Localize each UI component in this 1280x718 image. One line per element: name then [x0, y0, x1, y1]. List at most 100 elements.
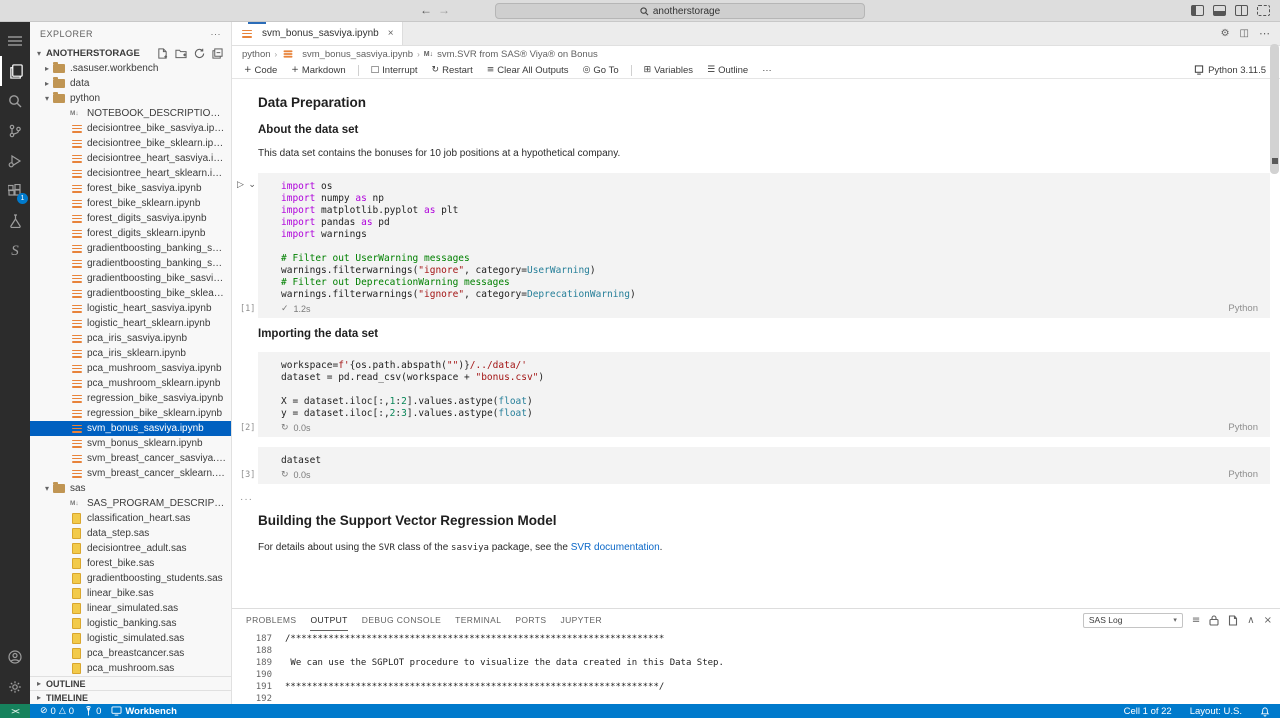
notifications-bell-icon[interactable]: [1260, 706, 1270, 717]
tab-ports[interactable]: PORTS: [515, 609, 546, 631]
tree-item-pca-breastcancer-sas[interactable]: pca_breastcancer.sas: [30, 646, 231, 661]
tree-item-forest-digits-sklearn-ipynb[interactable]: forest_digits_sklearn.ipynb: [30, 226, 231, 241]
tree-item-logistic-banking-sas[interactable]: logistic_banking.sas: [30, 616, 231, 631]
tree-item-gradientboosting-bike-sasviya-ipynb[interactable]: gradientboosting_bike_sasviya.ipynb: [30, 271, 231, 286]
tree-item-logistic-simulated-sas[interactable]: logistic_simulated.sas: [30, 631, 231, 646]
nav-back-icon[interactable]: ←: [420, 3, 438, 17]
code-cell[interactable]: ▷ ⌄import osimport numpy as npimport mat…: [258, 173, 1270, 318]
tree-item-pca-mushroom-sas[interactable]: pca_mushroom.sas: [30, 661, 231, 676]
cell-indicator[interactable]: Cell 1 of 22: [1124, 706, 1172, 717]
run-cell-button[interactable]: ▷ ⌄: [237, 179, 257, 190]
tree-item-pca-iris-sasviya-ipynb[interactable]: pca_iris_sasviya.ipynb: [30, 331, 231, 346]
code-cell[interactable]: workspace=f'{os.path.abspath("")}/../dat…: [258, 352, 1270, 437]
explorer-icon[interactable]: [0, 56, 30, 86]
tree-item-logistic-heart-sklearn-ipynb[interactable]: logistic_heart_sklearn.ipynb: [30, 316, 231, 331]
code-cell-editor[interactable]: workspace=f'{os.path.abspath("")}/../dat…: [258, 352, 1270, 437]
source-control-icon[interactable]: [0, 116, 30, 146]
breadcrumb-heading[interactable]: svm.SVR from SAS® Viya® on Bonus: [437, 49, 598, 60]
open-output-in-editor-icon[interactable]: [1228, 615, 1238, 626]
tree-item-forest-digits-sasviya-ipynb[interactable]: forest_digits_sasviya.ipynb: [30, 211, 231, 226]
tab-close-icon[interactable]: ×: [388, 28, 394, 39]
editor-scrollbar[interactable]: [1270, 44, 1279, 174]
restart-button[interactable]: ↻Restart: [426, 65, 479, 76]
outline-button[interactable]: ☰Outline: [701, 65, 754, 76]
new-file-icon[interactable]: [157, 48, 168, 59]
tree-item-classification-heart-sas[interactable]: classification_heart.sas: [30, 511, 231, 526]
customize-layout-icon[interactable]: [1257, 5, 1270, 16]
tree-item-gradientboosting-banking-sasviya-i[interactable]: gradientboosting_banking_sasviya.i: [30, 241, 231, 256]
toolbar-more-icon[interactable]: ···: [756, 65, 778, 76]
tree-item-forest-bike-sas[interactable]: forest_bike.sas: [30, 556, 231, 571]
maximize-panel-icon[interactable]: ∧: [1247, 615, 1254, 626]
workbench-status[interactable]: Workbench: [111, 706, 177, 717]
tree-item-forest-bike-sklearn-ipynb[interactable]: forest_bike_sklearn.ipynb: [30, 196, 231, 211]
tree-item-pca-mushroom-sklearn-ipynb[interactable]: pca_mushroom_sklearn.ipynb: [30, 376, 231, 391]
account-icon[interactable]: [0, 642, 30, 672]
tree-item-gradientboosting-banking-sklearn-ip[interactable]: gradientboosting_banking_sklearn.ip: [30, 256, 231, 271]
workspace-section-header[interactable]: ▾ ANOTHERSTORAGE: [30, 46, 231, 61]
tab-problems[interactable]: PROBLEMS: [246, 609, 296, 631]
collapsed-output-indicator[interactable]: ···: [240, 494, 1280, 505]
timeline-section[interactable]: ▸TIMELINE: [30, 690, 231, 704]
code-cell-editor[interactable]: dataset[3]↻0.0sPython: [258, 447, 1270, 484]
lock-scroll-icon[interactable]: [1209, 615, 1219, 626]
tree-item-regression-bike-sasviya-ipynb[interactable]: regression_bike_sasviya.ipynb: [30, 391, 231, 406]
toggle-secondary-sidebar-icon[interactable]: [1235, 5, 1248, 16]
tree-item-decisiontree-adult-sas[interactable]: decisiontree_adult.sas: [30, 541, 231, 556]
tab-output[interactable]: OUTPUT: [310, 609, 347, 631]
tree-item-logistic-heart-sasviya-ipynb[interactable]: logistic_heart_sasviya.ipynb: [30, 301, 231, 316]
tree-item-pca-iris-sklearn-ipynb[interactable]: pca_iris_sklearn.ipynb: [30, 346, 231, 361]
goto-button[interactable]: ◎Go To: [577, 65, 625, 76]
tree-item-sas-program-descriptions-md[interactable]: M↓SAS_PROGRAM_DESCRIPTIONS.md: [30, 496, 231, 511]
menu-icon[interactable]: [0, 26, 30, 56]
tree-item-decisiontree-heart-sklearn-ipynb[interactable]: decisiontree_heart_sklearn.ipynb: [30, 166, 231, 181]
tree-item-python[interactable]: ▾python: [30, 91, 231, 106]
tree-item-regression-bike-sklearn-ipynb[interactable]: regression_bike_sklearn.ipynb: [30, 406, 231, 421]
nav-forward-icon[interactable]: →: [438, 3, 456, 17]
tree-item-forest-bike-sasviya-ipynb[interactable]: forest_bike_sasviya.ipynb: [30, 181, 231, 196]
extensions-icon[interactable]: 1: [0, 176, 30, 206]
tree-item-data-step-sas[interactable]: data_step.sas: [30, 526, 231, 541]
tree-item-notebook-descriptions-md[interactable]: M↓NOTEBOOK_DESCRIPTIONS.md: [30, 106, 231, 121]
run-debug-icon[interactable]: [0, 146, 30, 176]
editor-gear-icon[interactable]: ⚙: [1221, 28, 1230, 39]
tree-item-linear-bike-sas[interactable]: linear_bike.sas: [30, 586, 231, 601]
clear-all-outputs-button[interactable]: ≡Clear All Outputs: [481, 65, 575, 76]
explorer-more-icon[interactable]: ···: [211, 29, 222, 39]
editor-more-actions-icon[interactable]: ⋯: [1259, 27, 1270, 40]
output-log[interactable]: 187/************************************…: [232, 631, 1280, 704]
variables-button[interactable]: ⊞Variables: [638, 65, 699, 76]
svr-documentation-link[interactable]: SVR documentation: [571, 542, 660, 553]
tree-item-decisiontree-heart-sasviya-ipynb[interactable]: decisiontree_heart_sasviya.ipynb: [30, 151, 231, 166]
tree-item-svm-bonus-sasviya-ipynb[interactable]: svm_bonus_sasviya.ipynb: [30, 421, 231, 436]
tree-item-data[interactable]: ▸data: [30, 76, 231, 91]
sas-extension-icon[interactable]: S: [0, 236, 30, 266]
new-folder-icon[interactable]: [175, 48, 187, 59]
collapse-all-icon[interactable]: [212, 48, 223, 59]
kernel-picker[interactable]: Python 3.11.5: [1194, 65, 1280, 76]
tab-debug-console[interactable]: DEBUG CONSOLE: [362, 609, 441, 631]
settings-gear-icon[interactable]: [0, 672, 30, 702]
tree-item-svm-breast-cancer-sasviya-ipynb[interactable]: svm_breast_cancer_sasviya.ipynb: [30, 451, 231, 466]
output-channel-select[interactable]: SAS Log▾: [1083, 613, 1183, 628]
tab-jupyter[interactable]: JUPYTER: [560, 609, 602, 631]
refresh-icon[interactable]: [194, 48, 205, 59]
clear-output-icon[interactable]: ≡: [1192, 615, 1200, 626]
testing-icon[interactable]: [0, 206, 30, 236]
remote-indicator[interactable]: ><: [0, 704, 30, 718]
problems-status[interactable]: ⊘0 △0: [40, 706, 74, 717]
breadcrumb-file[interactable]: svm_bonus_sasviya.ipynb: [302, 49, 413, 60]
tab-svm-bonus-sasviya[interactable]: svm_bonus_sasviya.ipynb ×: [232, 22, 403, 45]
tree-item-pca-mushroom-sasviya-ipynb[interactable]: pca_mushroom_sasviya.ipynb: [30, 361, 231, 376]
split-editor-icon[interactable]: ◫: [1240, 28, 1249, 39]
tree-item-gradientboosting-students-sas[interactable]: gradientboosting_students.sas: [30, 571, 231, 586]
code-cell-editor[interactable]: import osimport numpy as npimport matplo…: [258, 173, 1270, 318]
add-code-cell-button[interactable]: +Code: [238, 65, 283, 76]
toggle-sidebar-icon[interactable]: [1191, 5, 1204, 16]
search-view-icon[interactable]: [0, 86, 30, 116]
interrupt-button[interactable]: □Interrupt: [365, 65, 424, 76]
breadcrumb-folder[interactable]: python: [242, 49, 271, 60]
ports-status[interactable]: 0: [84, 706, 101, 717]
tree-item-svm-bonus-sklearn-ipynb[interactable]: svm_bonus_sklearn.ipynb: [30, 436, 231, 451]
notebook-editor[interactable]: Data PreparationAbout the data setThis d…: [232, 79, 1280, 608]
